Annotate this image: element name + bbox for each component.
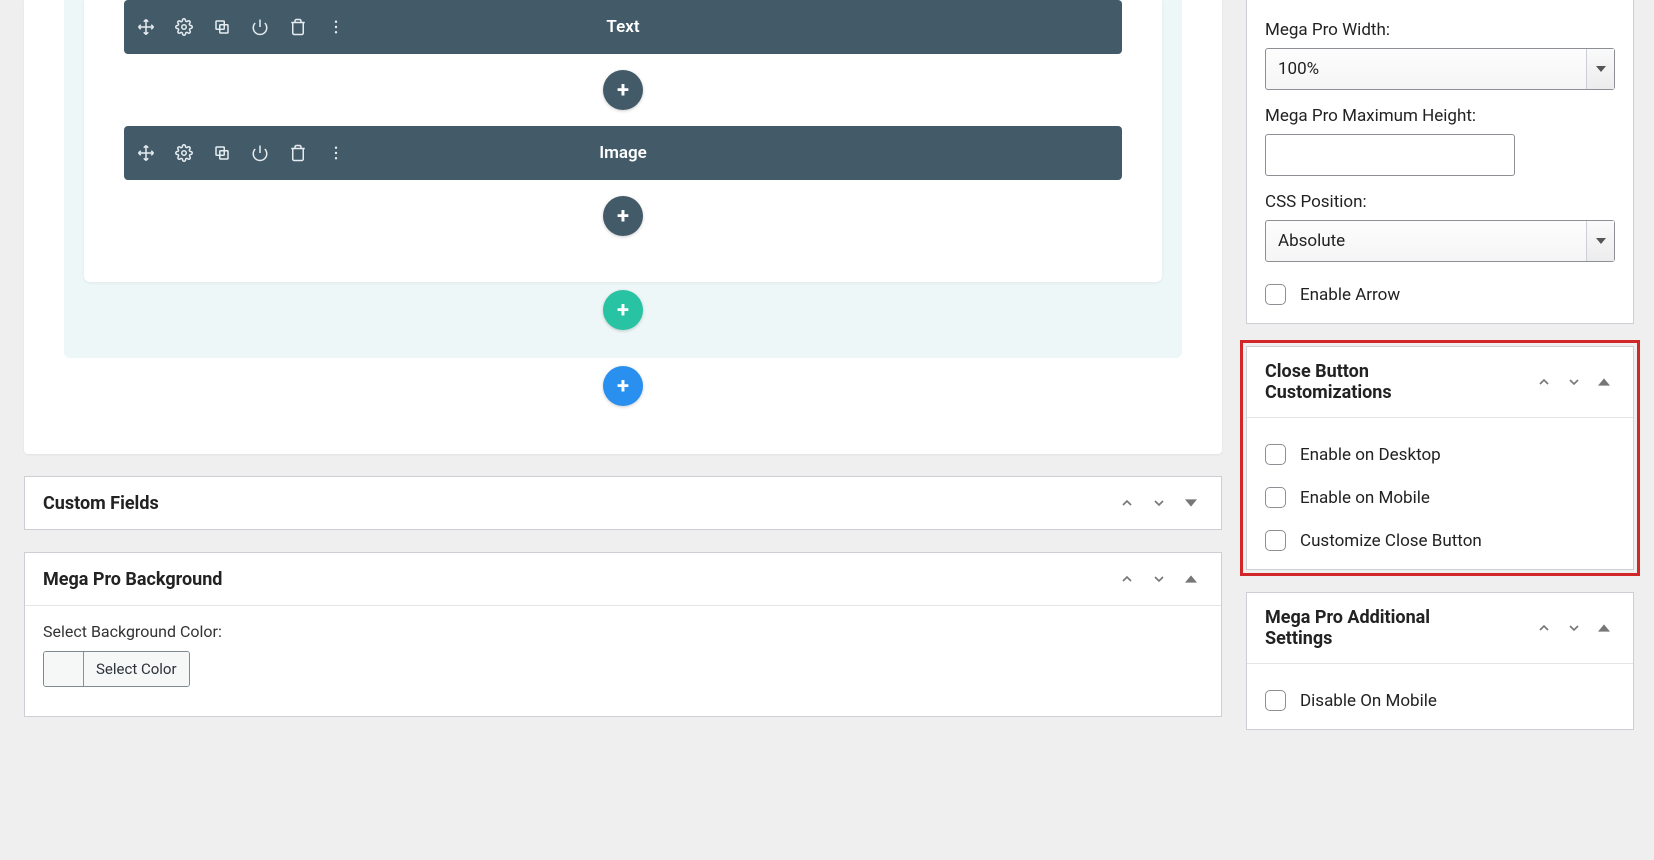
sidebar-column: Mega Pro Width: 100% Mega Pro Maximum He…	[1246, 0, 1654, 860]
chevron-down-icon[interactable]	[1563, 371, 1585, 393]
add-section-button[interactable]: +	[603, 366, 643, 406]
main-column: Text + Image	[0, 0, 1246, 860]
triangle-down-icon	[1586, 49, 1614, 89]
checkbox-enable-desktop[interactable]	[1265, 444, 1286, 465]
checkbox-label: Enable on Mobile	[1300, 488, 1430, 508]
block-image[interactable]: Image	[124, 126, 1122, 180]
block-text[interactable]: Text	[124, 0, 1122, 54]
chevron-up-icon[interactable]	[1533, 617, 1555, 639]
triangle-up-icon[interactable]	[1593, 371, 1615, 393]
css-position-select[interactable]: Absolute	[1265, 220, 1615, 262]
metabox-title: Custom Fields	[43, 493, 159, 514]
triangle-down-icon[interactable]	[1179, 491, 1203, 515]
chevron-up-icon[interactable]	[1115, 567, 1139, 591]
builder-column: Text + Image	[84, 0, 1162, 282]
power-icon[interactable]	[250, 143, 270, 163]
gear-icon[interactable]	[174, 17, 194, 37]
panel-title: Close Button Customizations	[1265, 361, 1465, 403]
metabox-mega-pro-background: Mega Pro Background Select Background Co…	[24, 552, 1222, 717]
panel-close-button-customizations: Close Button Customizations Enable on De…	[1246, 346, 1634, 570]
move-icon[interactable]	[136, 143, 156, 163]
color-picker-label: Select Color	[84, 652, 189, 686]
panel-mega-pro-settings: Mega Pro Width: 100% Mega Pro Maximum He…	[1246, 0, 1634, 324]
add-block-button[interactable]: +	[603, 70, 643, 110]
gear-icon[interactable]	[174, 143, 194, 163]
max-height-input[interactable]	[1265, 134, 1515, 176]
block-toolbar	[136, 17, 346, 37]
field-label: CSS Position:	[1265, 192, 1615, 212]
trash-icon[interactable]	[288, 143, 308, 163]
select-value: 100%	[1278, 59, 1319, 79]
panel-title: Mega Pro Additional Settings	[1265, 607, 1465, 649]
field-label: Select Background Color:	[43, 622, 1203, 641]
field-label: Mega Pro Maximum Height:	[1265, 106, 1615, 126]
triangle-up-icon[interactable]	[1593, 617, 1615, 639]
field-label: Mega Pro Width:	[1265, 20, 1615, 40]
metabox-title: Mega Pro Background	[43, 569, 222, 590]
checkbox-customize-close[interactable]	[1265, 530, 1286, 551]
chevron-down-icon[interactable]	[1563, 617, 1585, 639]
builder-canvas: Text + Image	[24, 0, 1222, 454]
checkbox-label: Disable On Mobile	[1300, 691, 1437, 711]
checkbox-label: Enable Arrow	[1300, 285, 1400, 305]
checkbox-disable-mobile[interactable]	[1265, 690, 1286, 711]
more-icon[interactable]	[326, 17, 346, 37]
trash-icon[interactable]	[288, 17, 308, 37]
chevron-up-icon[interactable]	[1533, 371, 1555, 393]
chevron-down-icon[interactable]	[1147, 491, 1171, 515]
panel-mega-pro-additional-settings: Mega Pro Additional Settings Disable On …	[1246, 592, 1634, 730]
checkbox-label: Enable on Desktop	[1300, 445, 1441, 465]
color-picker-button[interactable]: Select Color	[43, 651, 190, 687]
chevron-up-icon[interactable]	[1115, 491, 1139, 515]
add-block-button[interactable]: +	[603, 196, 643, 236]
checkbox-label: Customize Close Button	[1300, 531, 1482, 551]
select-value: Absolute	[1278, 231, 1345, 251]
more-icon[interactable]	[326, 143, 346, 163]
width-select[interactable]: 100%	[1265, 48, 1615, 90]
color-swatch	[44, 652, 84, 686]
block-toolbar	[136, 143, 346, 163]
move-icon[interactable]	[136, 17, 156, 37]
add-column-button[interactable]: +	[603, 290, 643, 330]
metabox-custom-fields: Custom Fields	[24, 476, 1222, 530]
triangle-up-icon[interactable]	[1179, 567, 1203, 591]
checkbox-enable-arrow[interactable]	[1265, 284, 1286, 305]
builder-section: Text + Image	[64, 0, 1182, 358]
duplicate-icon[interactable]	[212, 143, 232, 163]
chevron-down-icon[interactable]	[1147, 567, 1171, 591]
checkbox-enable-mobile[interactable]	[1265, 487, 1286, 508]
power-icon[interactable]	[250, 17, 270, 37]
triangle-down-icon	[1586, 221, 1614, 261]
duplicate-icon[interactable]	[212, 17, 232, 37]
